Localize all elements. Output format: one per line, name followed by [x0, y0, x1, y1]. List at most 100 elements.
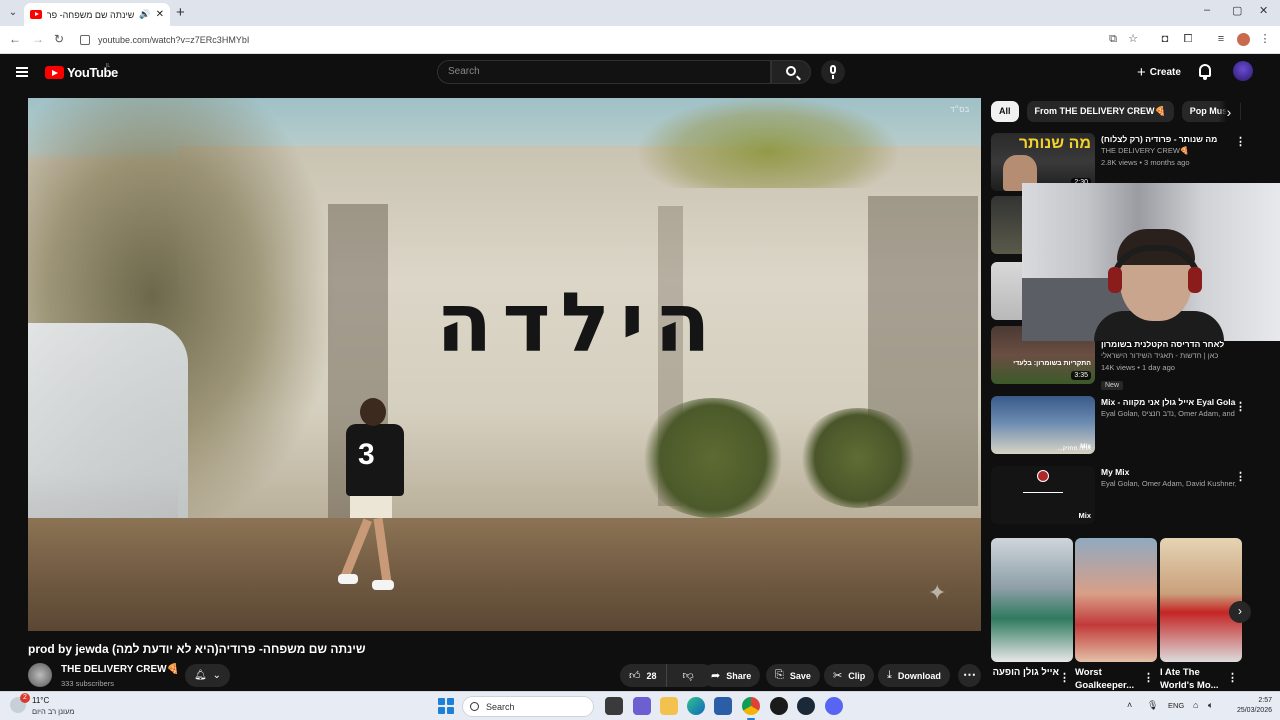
search-button[interactable] [771, 60, 811, 84]
download-button[interactable]: ⤓ Download [878, 664, 950, 687]
short-menu-icon[interactable]: ⋮ [1143, 671, 1154, 684]
short-title[interactable]: I Ate The World's Mo... [1160, 666, 1226, 692]
video-white-sheet [28, 323, 188, 538]
clock-date: 25/03/2026 [1236, 707, 1272, 714]
teams-icon[interactable] [633, 697, 651, 715]
url-text: youtube.com/watch?v=z7ERc3HMYbI [98, 35, 250, 45]
input-language[interactable]: ENG [1168, 701, 1184, 710]
cast-icon[interactable]: ⧉ [1107, 33, 1119, 45]
notifications-bell-icon[interactable] [1199, 64, 1211, 80]
browser-profile-avatar[interactable] [1237, 33, 1250, 46]
share-label: Share [726, 670, 752, 681]
bell-icon: 🔔︎ [193, 670, 207, 681]
short-thumbnail[interactable] [1075, 538, 1157, 662]
chips-next-icon[interactable]: › [1218, 101, 1240, 123]
tray-mic-icon[interactable]: 🎙︎ [1147, 700, 1158, 711]
short-menu-icon[interactable]: ⋮ [1227, 671, 1238, 684]
microphone-icon [830, 65, 836, 74]
dislike-button[interactable]: 👎︎ [673, 664, 704, 687]
youtube-play-icon [45, 66, 64, 79]
video-player[interactable]: הילדה 3 בס״ד ✦ [28, 98, 981, 631]
tab-close-icon[interactable]: ✕ [156, 9, 164, 20]
hamburger-menu-icon[interactable] [16, 67, 28, 77]
discord-icon[interactable] [825, 697, 843, 715]
tray-overflow-icon[interactable]: ˄ [1127, 700, 1132, 710]
rec-title: My Mix [1101, 467, 1130, 477]
save-button[interactable]: ⎘ Save [766, 664, 820, 687]
new-tab-button[interactable]: + [176, 4, 185, 21]
short-title[interactable]: אייל גולן הופעה אשקלון (זוגיי [991, 666, 1059, 679]
youtube-favicon-icon [30, 10, 42, 19]
chip-all[interactable]: All [991, 101, 1019, 122]
like-dislike-group: 👍︎ 28 👎︎ [620, 664, 714, 687]
short-thumbnail[interactable] [991, 538, 1073, 662]
webcam-overlay [1022, 183, 1280, 341]
subscribed-button[interactable]: 🔔︎ ⌄ [185, 664, 230, 687]
short-menu-icon[interactable]: ⋮ [1059, 671, 1070, 684]
create-button[interactable]: + Create [1129, 61, 1189, 83]
volume-icon[interactable]: 🔈︎ [1208, 700, 1213, 711]
video-watermark: בס״ד [950, 105, 970, 114]
download-label: Download [897, 670, 941, 681]
window-close-icon[interactable]: ✕ [1259, 4, 1268, 17]
chip-from-channel[interactable]: From THE DELIVERY CREW🍕 [1026, 101, 1174, 122]
more-actions-icon[interactable]: ⋯ [958, 664, 981, 687]
share-button[interactable]: ➦ Share [702, 664, 761, 687]
short-title[interactable]: Worst Goalkeeper... [1075, 666, 1143, 692]
tab-audio-icon[interactable]: 🔊 [139, 9, 150, 20]
video-thumbnail[interactable]: Mix [991, 466, 1095, 524]
restore-icon[interactable]: ▢ [1232, 4, 1242, 17]
windows-start-icon[interactable] [438, 698, 454, 714]
rec-channel: Eyal Golan, נדב חנציס, Omer Adam, and m.… [1101, 409, 1236, 418]
video-thumbnail[interactable]: אתה מחזיק... Mix [991, 396, 1095, 454]
network-icon[interactable]: ⌂ [1193, 700, 1198, 710]
rec-menu-icon[interactable]: ⋮ [1235, 135, 1246, 148]
forward-icon[interactable]: → [32, 32, 44, 46]
edge-icon[interactable] [687, 697, 705, 715]
rec-meta: 14K views • 1 day ago [1101, 363, 1175, 372]
channel-avatar[interactable] [28, 663, 52, 687]
system-clock[interactable]: 2:57 25/03/2026 [1222, 696, 1272, 716]
search-icon [786, 66, 796, 76]
taskbar-search[interactable]: Search [462, 696, 594, 717]
notification-badge: 2 [20, 693, 30, 703]
rec-menu-icon[interactable]: ⋮ [1235, 400, 1246, 413]
task-view-icon[interactable] [605, 697, 623, 715]
tab-title: שינתה שם משפחה- פרודיה [47, 9, 135, 20]
rec-title: מה שנותר - פרודיה (רק לצלוח) [1101, 134, 1218, 144]
store-icon[interactable] [714, 697, 732, 715]
video-bush [798, 408, 918, 508]
reload-icon[interactable]: ↻ [54, 32, 64, 46]
rec-title: Mix - אייל גולן אני מקווה Eyal Golan [1101, 397, 1236, 407]
file-explorer-icon[interactable] [660, 697, 678, 715]
weather-description: מעונן רב היום [32, 707, 75, 716]
chrome-icon[interactable] [742, 697, 760, 720]
app-icon[interactable] [770, 697, 788, 715]
voice-search-button[interactable] [821, 60, 845, 84]
like-button[interactable]: 👍︎ 28 [620, 664, 667, 687]
steam-icon[interactable] [797, 697, 815, 715]
bookmark-star-icon[interactable]: ☆ [1127, 33, 1139, 45]
sidebar-mix[interactable]: אתה מחזיק... Mix Mix - אייל גולן אני מקו… [991, 396, 1251, 456]
tab-search-icon[interactable]: ⌄ [6, 6, 20, 20]
create-label: Create [1149, 66, 1181, 78]
channel-name[interactable]: THE DELIVERY CREW🍕 [61, 664, 179, 675]
extension-icon[interactable]: ◘ [1159, 33, 1171, 45]
extensions-puzzle-icon[interactable]: ⧠ [1182, 33, 1194, 45]
back-icon[interactable]: ← [9, 32, 21, 46]
site-info-icon[interactable] [80, 35, 90, 45]
sidebar-mix[interactable]: Mix My Mix Eyal Golan, Omer Adam, David … [991, 466, 1251, 526]
clip-button[interactable]: ✂ Clip [824, 664, 875, 687]
shorts-next-icon[interactable]: › [1229, 601, 1251, 623]
mix-badge: Mix [1078, 511, 1091, 520]
mix-badge: Mix [1080, 443, 1091, 450]
rec-menu-icon[interactable]: ⋮ [1235, 470, 1246, 483]
browser-tab[interactable]: שינתה שם משפחה- פרודיה 🔊 ✕ [24, 3, 170, 26]
short-thumbnail[interactable] [1160, 538, 1242, 662]
minimize-icon[interactable]: – [1204, 4, 1210, 16]
url-field[interactable]: youtube.com/watch?v=z7ERc3HMYbI [80, 31, 1090, 49]
browser-menu-icon[interactable]: ⋮ [1259, 33, 1271, 45]
account-avatar[interactable] [1233, 61, 1253, 81]
media-controls-icon[interactable]: ≡ [1215, 33, 1227, 45]
search-input[interactable]: Search [437, 60, 771, 84]
